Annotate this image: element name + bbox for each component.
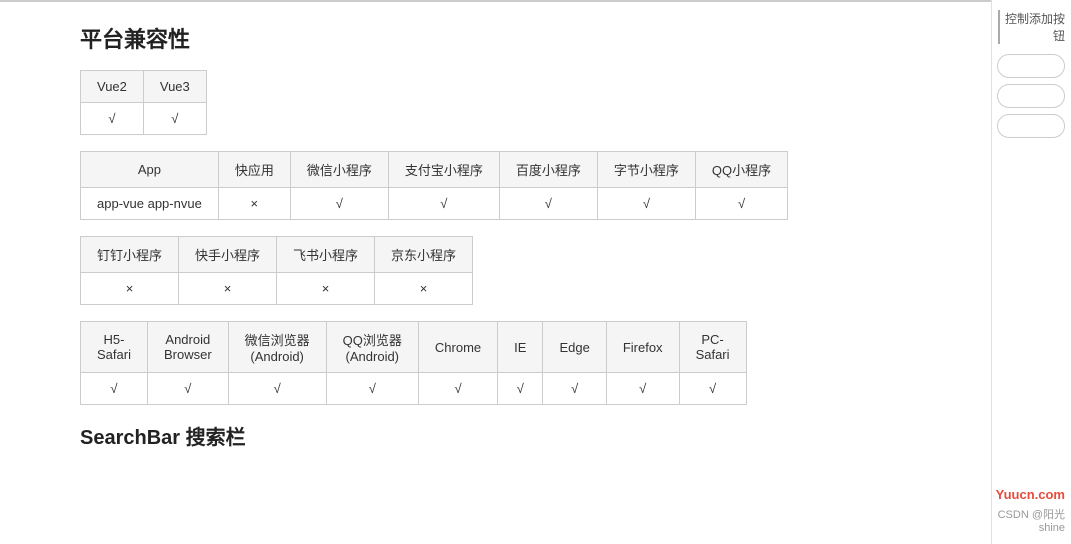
- col-feishu: 飞书小程序: [277, 237, 375, 273]
- alipay-value: √: [388, 188, 499, 220]
- col-qq-browser: QQ浏览器(Android): [326, 322, 418, 373]
- col-weixin-browser: 微信浏览器(Android): [228, 322, 326, 373]
- mini-compat-table: 钉钉小程序 快手小程序 飞书小程序 京东小程序 × × × ×: [80, 236, 473, 305]
- col-app: App: [81, 152, 219, 188]
- browser-compat-table: H5-Safari AndroidBrowser 微信浏览器(Android) …: [80, 321, 747, 405]
- app-value: app-vue app-nvue: [81, 188, 219, 220]
- col-kuaiapp: 快应用: [218, 152, 290, 188]
- col-android-browser: AndroidBrowser: [147, 322, 228, 373]
- weixin-browser-value: √: [228, 373, 326, 405]
- weixin-value: √: [290, 188, 388, 220]
- mini-compat-table-wrapper: 钉钉小程序 快手小程序 飞书小程序 京东小程序 × × × ×: [80, 236, 961, 305]
- col-baidu: 百度小程序: [499, 152, 597, 188]
- h5safari-value: √: [81, 373, 148, 405]
- yuucn-watermark: Yuucn.com: [996, 487, 1065, 502]
- sidebar-input-1[interactable]: [997, 54, 1065, 78]
- app-compat-table-wrapper: App 快应用 微信小程序 支付宝小程序 百度小程序 字节小程序 QQ小程序 a…: [80, 151, 961, 220]
- vue2-value: √: [81, 103, 144, 135]
- sidebar-label: 控制添加按钮: [998, 10, 1065, 44]
- dingding-value: ×: [81, 273, 179, 305]
- kuaishou-value: ×: [179, 273, 277, 305]
- col-pc-safari: PC-Safari: [679, 322, 746, 373]
- col-zijie: 字节小程序: [597, 152, 695, 188]
- sidebar: 控制添加按钮 Yuucn.com CSDN @阳光shine: [991, 0, 1071, 544]
- csdn-watermark: CSDN @阳光shine: [996, 506, 1065, 534]
- col-weixin: 微信小程序: [290, 152, 388, 188]
- col-jingdong: 京东小程序: [375, 237, 473, 273]
- edge-value: √: [543, 373, 606, 405]
- col-dingding: 钉钉小程序: [81, 237, 179, 273]
- browser-compat-table-wrapper: H5-Safari AndroidBrowser 微信浏览器(Android) …: [80, 321, 961, 405]
- col-alipay: 支付宝小程序: [388, 152, 499, 188]
- vue-compat-table-wrapper: Vue2 Vue3 √ √: [80, 70, 961, 135]
- col-ie: IE: [498, 322, 543, 373]
- section2-title: SearchBar 搜索栏: [80, 421, 961, 450]
- app-compat-table: App 快应用 微信小程序 支付宝小程序 百度小程序 字节小程序 QQ小程序 a…: [80, 151, 788, 220]
- section1-title: 平台兼容性: [80, 22, 961, 54]
- table-row: √ √: [81, 103, 207, 135]
- ie-value: √: [498, 373, 543, 405]
- jingdong-value: ×: [375, 273, 473, 305]
- vue3-value: √: [143, 103, 206, 135]
- table-row: × × × ×: [81, 273, 473, 305]
- col-vue2: Vue2: [81, 71, 144, 103]
- firefox-value: √: [606, 373, 679, 405]
- col-h5safari: H5-Safari: [81, 322, 148, 373]
- sidebar-input-3[interactable]: [997, 114, 1065, 138]
- zijie-value: √: [597, 188, 695, 220]
- qq-value: √: [695, 188, 787, 220]
- col-edge: Edge: [543, 322, 606, 373]
- sidebar-input-2[interactable]: [997, 84, 1065, 108]
- feishu-value: ×: [277, 273, 375, 305]
- col-qq: QQ小程序: [695, 152, 787, 188]
- main-content: 平台兼容性 Vue2 Vue3 √ √ App 快应用: [0, 0, 991, 544]
- col-firefox: Firefox: [606, 322, 679, 373]
- table-row: √ √ √ √ √ √ √ √ √: [81, 373, 747, 405]
- android-browser-value: √: [147, 373, 228, 405]
- pc-safari-value: √: [679, 373, 746, 405]
- col-kuaishou: 快手小程序: [179, 237, 277, 273]
- qq-browser-value: √: [326, 373, 418, 405]
- baidu-value: √: [499, 188, 597, 220]
- kuaiapp-value: ×: [218, 188, 290, 220]
- sidebar-bottom: Yuucn.com CSDN @阳光shine: [996, 487, 1065, 534]
- col-vue3: Vue3: [143, 71, 206, 103]
- vue-compat-table: Vue2 Vue3 √ √: [80, 70, 207, 135]
- col-chrome: Chrome: [418, 322, 497, 373]
- table-row: app-vue app-nvue × √ √ √ √ √: [81, 188, 788, 220]
- chrome-value: √: [418, 373, 497, 405]
